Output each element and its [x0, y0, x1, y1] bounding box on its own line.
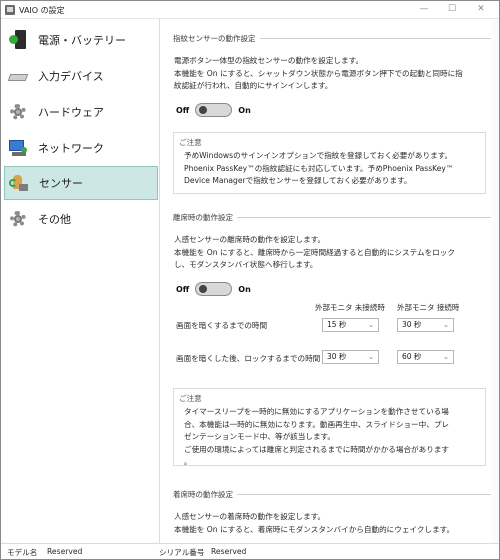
description-line: 本機能を On にすると、シャットダウン状態から電源ボタン押下での起動と同時に指 — [174, 68, 463, 78]
select-value: 60 秒 — [402, 352, 422, 361]
toggle-on-label: On — [238, 105, 251, 115]
toggle-knob — [199, 106, 208, 114]
notice-body: タイマースリープを一時的に無効にするアプリケーションを動作させている場 合、本機… — [184, 406, 482, 469]
fingerprint-notice: ご注意 予めWindowsのサインインオプションで指紋を登録しておく必要がありま… — [173, 132, 486, 194]
fingerprint-section-heading: 指紋センサーの動作設定 — [173, 33, 491, 43]
minimize-button[interactable]: — — [410, 1, 438, 18]
chevron-down-icon: ⌄ — [368, 321, 374, 329]
sidebar-item-label: その他 — [38, 213, 71, 226]
chevron-down-icon: ⌄ — [368, 353, 374, 361]
fingerprint-description: 電源ボタン一体型の指紋センサーの動作を設定します。 本機能を On にすると、シ… — [174, 55, 484, 93]
description-line: し、モダンスタンバイ状態へ移行します。 — [174, 260, 318, 269]
return-description: 人感センサーの着席時の動作を設定します。 本機能を On にすると、着席時にモダ… — [174, 511, 484, 536]
away-section-heading: 離席時の動作設定 — [173, 212, 491, 222]
lock-time-unconnected-select[interactable]: 30 秒 ⌄ — [322, 350, 379, 364]
window-title: VAIO の設定 — [19, 6, 65, 15]
settings-window: VAIO の設定 — ☐ ✕ 電源・バッテリー 入力デバイス ハードウェア ネッ… — [0, 0, 500, 560]
sidebar-item-label: 入力デバイス — [38, 70, 104, 83]
model-label: モデル名 — [7, 548, 38, 557]
notice-line: ゼンテーションモード中、等が該当します。 — [184, 432, 335, 441]
fingerprint-toggle-row: Off On — [176, 103, 251, 117]
network-icon — [8, 138, 28, 158]
sidebar-item-label: 電源・バッテリー — [38, 34, 126, 47]
description-line: 人感センサーの着席時の動作を設定します。 — [174, 512, 326, 521]
notice-line: ご使用の環境によっては離席と判定されるまでに時間がかかる場合があります — [184, 444, 450, 454]
notice-title: ご注意 — [179, 394, 202, 403]
sidebar-item-sensor[interactable]: センサー — [4, 166, 158, 200]
notice-line: Phoenix PassKey™の指紋認証にも対応しています。予めPhoenix… — [184, 163, 454, 173]
column-header-connected: 外部モニタ 接続時 — [397, 303, 460, 312]
toggle-off-label: Off — [176, 105, 190, 115]
away-notice: ご注意 タイマースリープを一時的に無効にするアプリケーションを動作させている場 … — [173, 388, 486, 466]
toggle-knob — [199, 285, 208, 293]
close-button[interactable]: ✕ — [467, 1, 495, 18]
section-title: 離席時の動作設定 — [173, 212, 233, 222]
sidebar-item-power-battery[interactable]: 電源・バッテリー — [4, 23, 158, 57]
sidebar: 電源・バッテリー 入力デバイス ハードウェア ネットワーク センサー その他 — [1, 19, 160, 543]
notice-body: 予めWindowsのサインインオプションで指紋を登録しておく必要があります。 P… — [184, 150, 482, 188]
away-toggle-row: Off On — [176, 282, 251, 296]
main-content: 指紋センサーの動作設定 電源ボタン一体型の指紋センサーの動作を設定します。 本機… — [161, 19, 499, 543]
sidebar-item-label: センサー — [39, 177, 83, 190]
gear-icon — [8, 102, 28, 122]
chevron-down-icon: ⌄ — [443, 321, 449, 329]
serial-value: Reserved — [211, 547, 247, 556]
away-toggle[interactable] — [195, 282, 233, 296]
gear-icon — [8, 209, 28, 229]
notice-line: 。 — [184, 457, 192, 466]
notice-title: ご注意 — [179, 138, 202, 147]
sidebar-item-label: ハードウェア — [38, 106, 104, 119]
divider — [237, 493, 491, 495]
toggle-on-label: On — [238, 284, 251, 294]
notice-line: タイマースリープを一時的に無効にするアプリケーションを動作させている場 — [184, 407, 449, 416]
dim-time-label: 画面を暗くするまでの時間 — [176, 321, 268, 330]
lock-time-connected-select[interactable]: 60 秒 ⌄ — [397, 350, 454, 364]
battery-icon — [8, 30, 28, 50]
return-section-heading: 着席時の動作設定 — [173, 489, 491, 499]
notice-line: 予めWindowsのサインインオプションで指紋を登録しておく必要があります。 — [184, 151, 453, 160]
toggle-off-label: Off — [176, 284, 190, 294]
lock-time-label: 画面を暗くした後、ロックするまでの時間 — [176, 354, 321, 363]
divider — [237, 216, 491, 218]
select-value: 30 秒 — [402, 320, 422, 329]
description-line: 本機能を On にすると、離席時から一定時間経過すると自動的にシステムをロック — [174, 247, 455, 257]
column-header-unconnected: 外部モニタ 未接続時 — [315, 303, 385, 312]
description-line: 人感センサーの離席時の動作を設定します。 — [174, 235, 326, 244]
chevron-down-icon: ⌄ — [443, 353, 449, 361]
section-title: 指紋センサーの動作設定 — [173, 33, 256, 43]
select-value: 30 秒 — [327, 352, 347, 361]
maximize-button[interactable]: ☐ — [438, 1, 466, 18]
model-value: Reserved — [47, 547, 83, 556]
sidebar-item-input-devices[interactable]: 入力デバイス — [4, 59, 158, 93]
divider — [259, 37, 491, 39]
sidebar-item-label: ネットワーク — [38, 142, 104, 155]
title-bar: VAIO の設定 — ☐ ✕ — [1, 1, 499, 19]
sensor-icon — [9, 173, 29, 193]
description-line: 紋認証が行われ、自動的にサインインします。 — [174, 81, 333, 90]
description-line: 本機能を On にすると、着席時にモダンスタンバイから自動的にウェイクします。 — [174, 524, 455, 534]
serial-label: シリアル番号 — [159, 548, 205, 557]
dim-time-connected-select[interactable]: 30 秒 ⌄ — [397, 318, 454, 332]
dim-time-unconnected-select[interactable]: 15 秒 ⌄ — [322, 318, 379, 332]
scrollbar[interactable] — [492, 19, 499, 543]
sidebar-item-network[interactable]: ネットワーク — [4, 131, 158, 165]
keyboard-icon — [7, 66, 29, 86]
away-description: 人感センサーの離席時の動作を設定します。 本機能を On にすると、離席時から一… — [174, 234, 484, 272]
sidebar-item-hardware[interactable]: ハードウェア — [4, 95, 158, 129]
fingerprint-toggle[interactable] — [195, 103, 233, 117]
section-title: 着席時の動作設定 — [173, 489, 233, 499]
description-line: 電源ボタン一体型の指紋センサーの動作を設定します。 — [174, 56, 364, 65]
sidebar-item-other[interactable]: その他 — [4, 202, 158, 236]
status-bar: モデル名 Reserved シリアル番号 Reserved — [1, 543, 499, 559]
notice-line: 合、本機能は一時的に無効になります。動画再生中、スライドショー中、プレ — [184, 419, 450, 429]
notice-line: Device Managerで指紋センサーを登録しておく必要があります。 — [184, 176, 412, 185]
app-icon — [5, 5, 15, 15]
select-value: 15 秒 — [327, 320, 347, 329]
